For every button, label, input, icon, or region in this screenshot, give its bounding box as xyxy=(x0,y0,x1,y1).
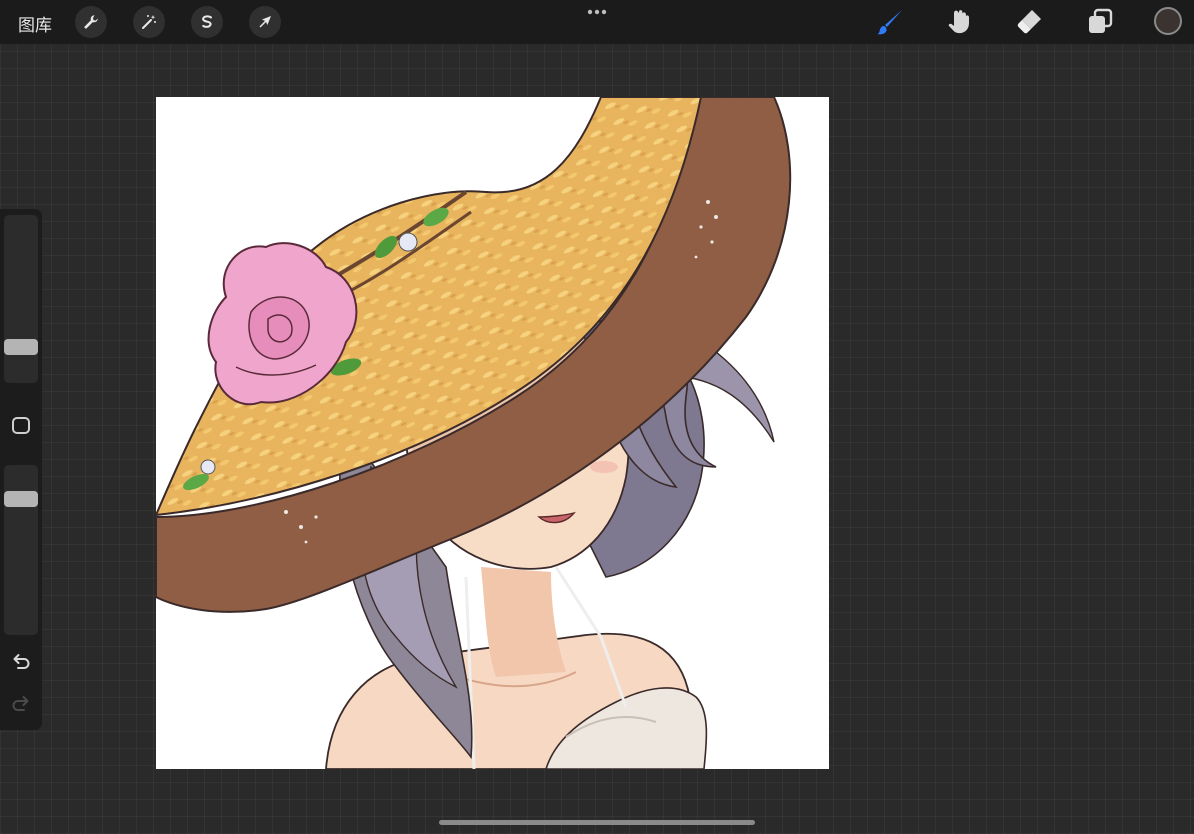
opacity-thumb[interactable] xyxy=(4,491,38,507)
smudge-icon xyxy=(948,10,969,34)
smudge-tool-button[interactable] xyxy=(944,6,976,38)
redo-icon[interactable] xyxy=(10,693,32,713)
wrench-icon xyxy=(84,15,98,29)
layers-icon xyxy=(1089,8,1113,33)
gallery-button[interactable]: 图库 xyxy=(18,11,52,36)
artwork-illustration xyxy=(156,97,792,769)
home-indicator[interactable] xyxy=(439,820,755,825)
eraser-icon xyxy=(1017,10,1041,34)
selection-icon xyxy=(202,15,212,28)
undo-icon[interactable] xyxy=(10,651,32,671)
opacity-slider[interactable] xyxy=(4,465,38,635)
selection-button[interactable] xyxy=(191,6,223,38)
brush-icon xyxy=(877,10,902,35)
drawing-canvas[interactable] xyxy=(156,97,829,769)
eraser-tool-button[interactable] xyxy=(1013,6,1045,38)
transform-arrow-icon xyxy=(259,16,271,28)
top-toolbar: 图库 xyxy=(0,0,1194,44)
transform-button[interactable] xyxy=(249,6,281,38)
brush-sidebar xyxy=(0,209,42,730)
modify-button[interactable] xyxy=(12,417,30,434)
brush-size-thumb[interactable] xyxy=(4,339,38,355)
more-options-icon[interactable] xyxy=(585,4,609,20)
actions-button[interactable] xyxy=(75,6,107,38)
layers-button[interactable] xyxy=(1084,6,1116,38)
brush-tool-button[interactable] xyxy=(874,6,906,38)
color-picker-swatch[interactable] xyxy=(1154,7,1182,35)
adjustments-button[interactable] xyxy=(133,6,165,38)
brush-size-slider[interactable] xyxy=(4,215,38,383)
magic-wand-icon xyxy=(142,15,156,29)
